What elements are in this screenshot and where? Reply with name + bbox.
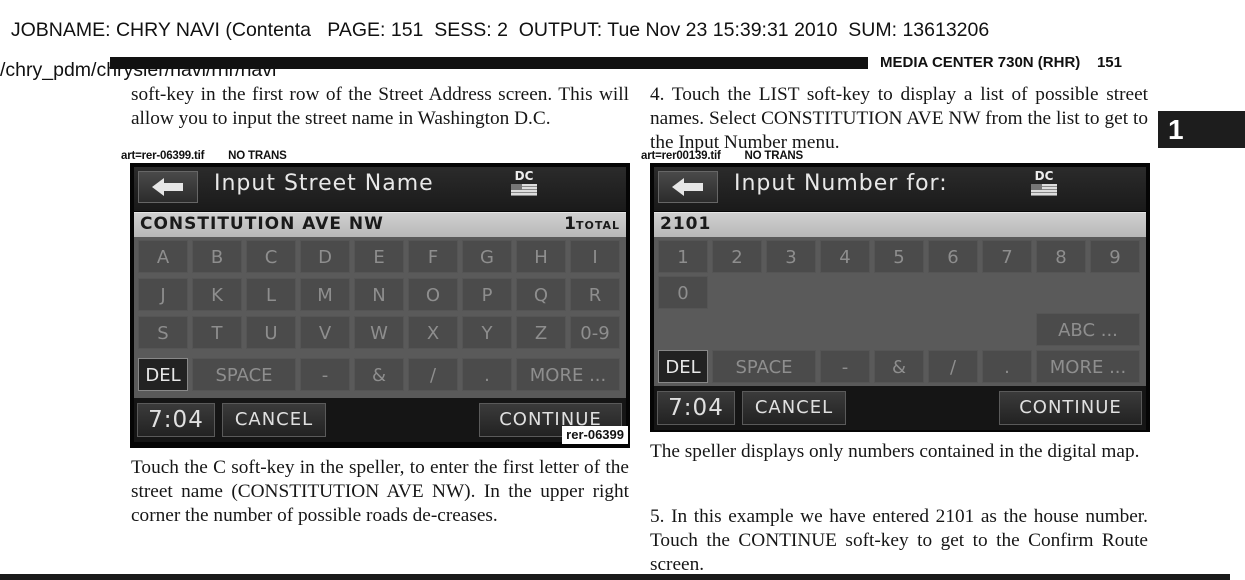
art-label-right: art=rer00139.tif NO TRANS bbox=[641, 150, 804, 162]
count-label: TOTAL bbox=[575, 219, 620, 232]
number-keypad: 1 2 3 4 5 6 7 8 9 0 ABC ... DEL SPACE - & /. MORE ... bbox=[654, 237, 1146, 387]
key-symbol[interactable]: & bbox=[874, 350, 924, 383]
key-y[interactable]: Y bbox=[462, 316, 512, 349]
key-g[interactable]: G bbox=[462, 240, 512, 273]
key-e[interactable]: E bbox=[354, 240, 404, 273]
intro-paragraph: soft-key in the first row of the Street … bbox=[131, 84, 629, 129]
nav-screen-number: Input Number for: DC 2101 1 2 3 4 5 6 7 8 9 0 ABC … bbox=[650, 163, 1150, 432]
letter-keypad: A B C D E F G H I J K L M N O P Q R S T U V W X Y Z 0-9 DEL SPACE - & /… bbox=[134, 237, 626, 398]
key-9[interactable]: 9 bbox=[1090, 240, 1140, 273]
key-del[interactable]: DEL bbox=[138, 358, 188, 391]
key-t[interactable]: T bbox=[192, 316, 242, 349]
key-09[interactable]: 0-9 bbox=[570, 316, 620, 349]
key-symbol[interactable]: . bbox=[982, 350, 1032, 383]
key-space[interactable]: SPACE bbox=[712, 350, 816, 383]
running-header: MEDIA CENTER 730N (RHR) 151 bbox=[880, 54, 1122, 71]
key-l[interactable]: L bbox=[246, 278, 296, 311]
key-u[interactable]: U bbox=[246, 316, 296, 349]
step-5-paragraph: 5. In this example we have entered 2101 … bbox=[650, 506, 1148, 575]
key-symbol[interactable]: / bbox=[408, 358, 458, 391]
key-space[interactable]: SPACE bbox=[192, 358, 296, 391]
entry-field[interactable]: 2101 bbox=[654, 212, 1146, 237]
key-symbol[interactable]: . bbox=[462, 358, 512, 391]
key-a[interactable]: A bbox=[138, 240, 188, 273]
header-rule bbox=[110, 57, 868, 69]
screen-title: Input Street Name bbox=[214, 171, 434, 196]
art-id: rer-06399 bbox=[562, 426, 628, 444]
key-r[interactable]: R bbox=[570, 278, 620, 311]
title-bar: Input Number for: DC bbox=[654, 167, 1146, 211]
cancel-button[interactable]: CANCEL bbox=[742, 391, 846, 425]
key-x[interactable]: X bbox=[408, 316, 458, 349]
art-label-left: art=rer-06399.tif NO TRANS bbox=[121, 150, 287, 162]
key-8[interactable]: 8 bbox=[1036, 240, 1086, 273]
key-f[interactable]: F bbox=[408, 240, 458, 273]
key-k[interactable]: K bbox=[192, 278, 242, 311]
note-paragraph: The speller displays only numbers contai… bbox=[650, 441, 1140, 462]
step-4-paragraph: 4. Touch the LIST soft-key to display a … bbox=[650, 84, 1148, 153]
key-m[interactable]: M bbox=[300, 278, 350, 311]
back-arrow-icon bbox=[672, 178, 703, 196]
key-6[interactable]: 6 bbox=[928, 240, 978, 273]
key-b[interactable]: B bbox=[192, 240, 242, 273]
entry-field[interactable]: CONSTITUTION AVE NW 1TOTAL bbox=[134, 212, 626, 237]
key-i[interactable]: I bbox=[570, 240, 620, 273]
key-o[interactable]: O bbox=[408, 278, 458, 311]
clock: 7:04 bbox=[657, 391, 735, 425]
key-abc[interactable]: ABC ... bbox=[1036, 313, 1140, 346]
cancel-button[interactable]: CANCEL bbox=[222, 403, 326, 437]
footer-rule bbox=[0, 574, 1230, 580]
back-button[interactable] bbox=[658, 171, 718, 203]
key-7[interactable]: 7 bbox=[982, 240, 1032, 273]
job-header-line1: JOBNAME: CHRY NAVI (Contenta PAGE: 151 S… bbox=[10, 19, 990, 41]
screen-title: Input Number for: bbox=[734, 171, 948, 196]
key-1[interactable]: 1 bbox=[658, 240, 708, 273]
key-more[interactable]: MORE ... bbox=[1036, 350, 1140, 383]
key-5[interactable]: 5 bbox=[874, 240, 924, 273]
key-d[interactable]: D bbox=[300, 240, 350, 273]
state-badge: DC bbox=[1030, 169, 1058, 196]
state-badge: DC bbox=[510, 169, 538, 196]
key-2[interactable]: 2 bbox=[712, 240, 762, 273]
us-flag-icon bbox=[1031, 184, 1057, 196]
bottom-bar: 7:04 CANCEL CONTINUE bbox=[654, 386, 1146, 430]
continue-button[interactable]: CONTINUE bbox=[999, 391, 1142, 425]
key-z[interactable]: Z bbox=[516, 316, 566, 349]
key-c[interactable]: C bbox=[246, 240, 296, 273]
key-n[interactable]: N bbox=[354, 278, 404, 311]
match-count: 1TOTAL bbox=[564, 214, 620, 234]
body-paragraph: Touch the C soft-key in the speller, to … bbox=[131, 457, 629, 526]
back-arrow-icon bbox=[152, 178, 183, 196]
key-0[interactable]: 0 bbox=[658, 276, 708, 309]
key-v[interactable]: V bbox=[300, 316, 350, 349]
number-entry: 2101 bbox=[660, 214, 712, 234]
street-entry: CONSTITUTION AVE NW bbox=[140, 214, 384, 234]
nav-screen-street: Input Street Name DC CONSTITUTION AVE NW… bbox=[130, 163, 630, 448]
count-number: 1 bbox=[564, 214, 576, 234]
key-symbol[interactable]: & bbox=[354, 358, 404, 391]
us-flag-icon bbox=[511, 184, 537, 196]
clock: 7:04 bbox=[137, 403, 215, 437]
key-h[interactable]: H bbox=[516, 240, 566, 273]
bottom-bar: 7:04 CANCEL CONTINUE bbox=[134, 398, 626, 442]
key-symbol[interactable]: - bbox=[300, 358, 350, 391]
key-symbol[interactable]: / bbox=[928, 350, 978, 383]
key-p[interactable]: P bbox=[462, 278, 512, 311]
key-q[interactable]: Q bbox=[516, 278, 566, 311]
key-symbol[interactable]: - bbox=[820, 350, 870, 383]
key-s[interactable]: S bbox=[138, 316, 188, 349]
key-j[interactable]: J bbox=[138, 278, 188, 311]
section-title: MEDIA CENTER 730N (RHR) bbox=[880, 54, 1081, 71]
key-4[interactable]: 4 bbox=[820, 240, 870, 273]
key-del[interactable]: DEL bbox=[658, 350, 708, 383]
key-more[interactable]: MORE ... bbox=[516, 358, 620, 391]
key-w[interactable]: W bbox=[354, 316, 404, 349]
title-bar: Input Street Name DC bbox=[134, 167, 626, 211]
page-number: 151 bbox=[1096, 54, 1122, 71]
state-code: DC bbox=[514, 169, 534, 183]
key-3[interactable]: 3 bbox=[766, 240, 816, 273]
back-button[interactable] bbox=[138, 171, 198, 203]
state-code: DC bbox=[1034, 169, 1054, 183]
chapter-tab: 1 bbox=[1158, 111, 1245, 148]
